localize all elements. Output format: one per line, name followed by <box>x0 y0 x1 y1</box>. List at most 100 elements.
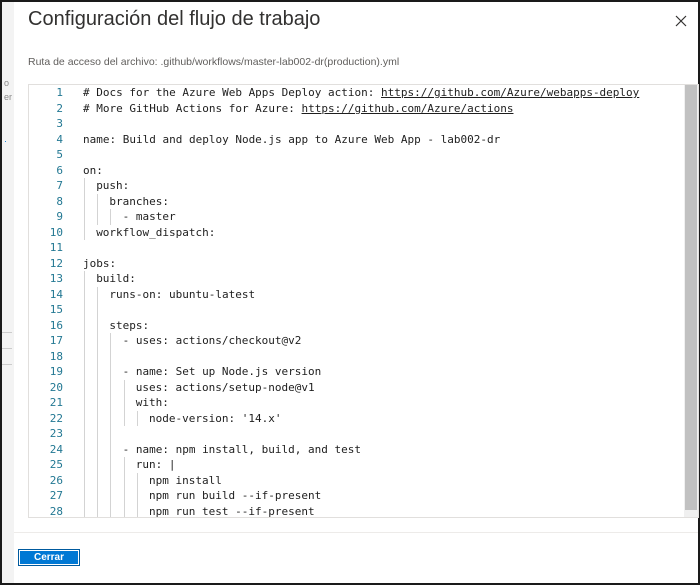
code-line: 19 - name: Set up Node.js version <box>29 364 683 380</box>
code-line: 20 uses: actions/setup-node@v1 <box>29 379 683 396</box>
indent-guide <box>110 379 112 395</box>
code-text: runs-on: ubuntu-latest <box>109 287 255 303</box>
indent-guide <box>97 426 99 442</box>
indent-guide <box>123 379 125 395</box>
code-line: 8 branches: <box>29 193 683 210</box>
file-path-label: Ruta de acceso del archivo: <box>28 56 158 68</box>
close-button[interactable] <box>672 12 690 30</box>
code-line: 10 workflow_dispatch: <box>29 224 683 241</box>
code-text: steps: <box>109 318 149 334</box>
code-line: 18 <box>29 348 683 364</box>
indent-guide <box>110 333 112 349</box>
indent-guide <box>97 503 99 517</box>
code-token: # Docs for the Azure Web Apps Deploy act… <box>83 86 382 99</box>
code-text: branches: <box>109 194 169 210</box>
indent-guide <box>97 472 99 488</box>
close-dialog-button[interactable]: Cerrar <box>18 549 80 566</box>
indent-guide <box>97 410 99 426</box>
code-line: 7 push: <box>29 178 683 194</box>
line-number: 8 <box>56 194 63 208</box>
code-token: npm run test --if-present <box>149 504 315 518</box>
code-link[interactable]: https://github.com/Azure/actions <box>302 102 514 115</box>
indent-guide <box>123 472 125 488</box>
line-number: 26 <box>49 473 63 487</box>
editor-scroll-thumb[interactable] <box>685 85 697 510</box>
indent-guide <box>97 379 99 395</box>
workflow-config-dialog: Configuración del flujo de trabajo Ruta … <box>14 2 699 583</box>
indent-guide <box>97 441 99 457</box>
code-line: 5 <box>29 147 683 163</box>
code-line: 21 with: <box>29 395 683 411</box>
code-text: node-version: '14.x' <box>149 411 281 427</box>
code-line: 13 build: <box>29 271 683 287</box>
line-number: 23 <box>49 427 63 440</box>
code-line: 17 - uses: actions/checkout@v2 <box>29 333 683 349</box>
line-number: 12 <box>49 256 63 270</box>
line-number: 9 <box>56 210 63 223</box>
code-line: 24 - name: npm install, build, and test <box>29 441 683 457</box>
indent-guide <box>84 410 85 426</box>
indent-guide <box>123 395 125 411</box>
line-number: 18 <box>49 349 63 363</box>
indent-guide <box>110 395 112 411</box>
code-token: name: Build and deploy Node.js app to Az… <box>83 132 501 146</box>
indent-guide <box>123 503 125 517</box>
indent-guide <box>97 488 99 504</box>
indent-guide <box>97 364 99 380</box>
indent-guide <box>97 209 99 225</box>
line-number: 2 <box>56 101 63 115</box>
editor-scrollbar[interactable] <box>684 85 698 517</box>
indent-guide <box>97 193 99 209</box>
code-text: with: <box>136 395 169 411</box>
code-text: # More GitHub Actions for Azure: https:/… <box>83 101 513 117</box>
indent-guide <box>97 317 99 333</box>
footer-divider <box>14 532 698 533</box>
indent-guide <box>84 472 85 488</box>
indent-guide <box>84 379 85 395</box>
code-text: - master <box>123 209 176 225</box>
indent-guide <box>84 224 85 240</box>
code-line: 27 npm run build --if-present <box>29 488 683 504</box>
line-number: 7 <box>56 179 63 192</box>
code-text: workflow_dispatch: <box>96 225 215 241</box>
indent-guide <box>136 503 138 517</box>
code-line: 16 steps: <box>29 317 683 334</box>
indent-guide <box>110 441 112 457</box>
code-text: uses: actions/setup-node@v1 <box>136 380 315 396</box>
line-number: 3 <box>56 117 63 130</box>
code-link[interactable]: https://github.com/Azure/webapps-deploy <box>381 86 639 99</box>
indent-guide <box>97 457 99 473</box>
code-text: name: Build and deploy Node.js app to Az… <box>83 132 500 148</box>
line-number: 24 <box>49 442 63 456</box>
line-number: 28 <box>49 504 63 518</box>
indent-guide <box>97 333 99 349</box>
line-number: 15 <box>49 303 63 316</box>
dialog-title: Configuración del flujo de trabajo <box>28 8 321 30</box>
code-text: jobs: <box>83 256 116 272</box>
line-number: 6 <box>56 163 63 177</box>
indent-guide <box>84 193 85 209</box>
code-line: 9 - master <box>29 209 683 225</box>
code-token: runs-on: ubuntu-latest <box>109 287 256 301</box>
indent-guide <box>84 333 85 349</box>
code-token: - master <box>122 210 176 223</box>
line-number: 17 <box>49 334 63 347</box>
indent-guide <box>136 472 138 488</box>
code-line: 3 <box>29 116 683 132</box>
code-line: 12 jobs: <box>29 256 683 272</box>
code-text: push: <box>96 178 129 194</box>
code-line: 2 # More GitHub Actions for Azure: https:… <box>29 101 683 117</box>
indent-guide <box>136 410 138 426</box>
indent-guide <box>123 488 125 504</box>
code-token: on: <box>83 163 103 177</box>
indent-guide <box>84 426 85 442</box>
line-number: 4 <box>56 132 63 146</box>
indent-guide <box>84 488 85 504</box>
code-line: 26 npm install <box>29 472 683 488</box>
indent-guide <box>110 364 112 380</box>
code-token: - name: npm install, build, and test <box>122 442 362 456</box>
code-line: 11 <box>29 240 683 256</box>
code-text: run: | <box>136 457 176 473</box>
code-token: - uses: actions/checkout@v2 <box>122 334 302 347</box>
code-editor[interactable]: 1 # Docs for the Azure Web Apps Deploy ac… <box>28 84 699 518</box>
